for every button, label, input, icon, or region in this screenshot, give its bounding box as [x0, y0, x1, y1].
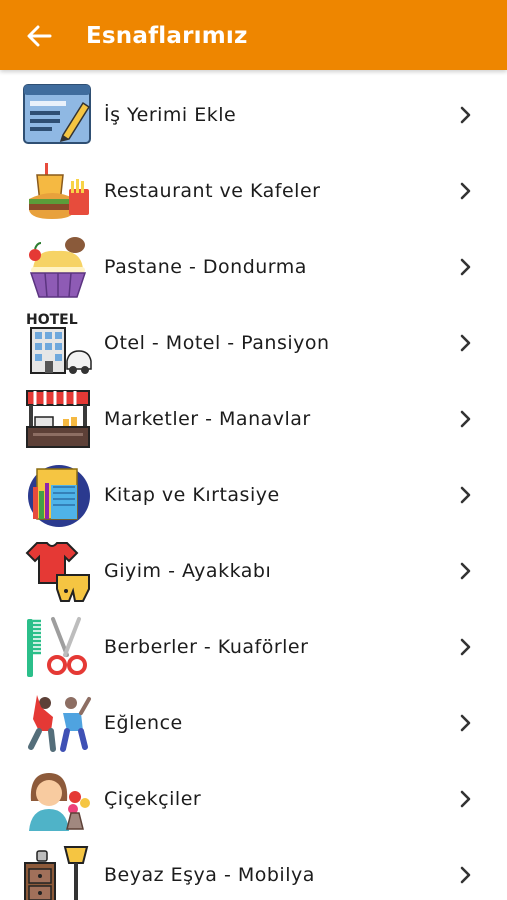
chevron-right-icon	[460, 714, 471, 732]
category-item-market[interactable]: Marketler - Manavlar	[0, 381, 507, 457]
category-label: Beyaz Eşya - Mobilya	[104, 864, 315, 886]
svg-text:HOTEL: HOTEL	[26, 312, 78, 328]
chevron-right-icon	[460, 638, 471, 656]
category-item-pastry[interactable]: Pastane - Dondurma	[0, 229, 507, 305]
comb-scissors-icon	[23, 615, 93, 679]
app-bar: Esnaflarımız	[0, 0, 507, 70]
books-icon	[23, 463, 93, 527]
category-label: İş Yerimi Ekle	[104, 104, 237, 126]
dancing-people-icon	[23, 691, 93, 755]
back-button[interactable]	[22, 20, 56, 52]
add-business-icon	[23, 83, 93, 147]
chevron-right-icon	[460, 258, 471, 276]
category-item-restaurant[interactable]: Restaurant ve Kafeler	[0, 153, 507, 229]
category-label: Restaurant ve Kafeler	[104, 180, 321, 202]
category-item-clothing[interactable]: Giyim - Ayakkabı	[0, 533, 507, 609]
category-item-furniture[interactable]: Beyaz Eşya - Mobilya	[0, 837, 507, 900]
category-item-entertainment[interactable]: Eğlence	[0, 685, 507, 761]
category-label: Marketler - Manavlar	[104, 408, 311, 430]
category-item-books[interactable]: Kitap ve Kırtasiye	[0, 457, 507, 533]
category-list: İş Yerimi Ekle Restaurant ve Kafeler Pas…	[0, 77, 507, 900]
category-label: Çiçekçiler	[104, 788, 202, 810]
hotel-icon: HOTEL	[23, 311, 93, 375]
category-label: Giyim - Ayakkabı	[104, 560, 272, 582]
category-label: Pastane - Dondurma	[104, 256, 307, 278]
arrow-left-icon	[27, 25, 52, 47]
category-item-hotel[interactable]: HOTEL Otel - Motel - Pansiyon	[0, 305, 507, 381]
chevron-right-icon	[460, 486, 471, 504]
chevron-right-icon	[460, 790, 471, 808]
chevron-right-icon	[460, 182, 471, 200]
clothing-icon	[23, 539, 93, 603]
category-label: Berberler - Kuaförler	[104, 636, 309, 658]
chevron-right-icon	[460, 106, 471, 124]
category-item-barber[interactable]: Berberler - Kuaförler	[0, 609, 507, 685]
page-title: Esnaflarımız	[86, 23, 248, 49]
furniture-icon	[23, 843, 93, 900]
chevron-right-icon	[460, 334, 471, 352]
category-label: Eğlence	[104, 712, 183, 734]
market-stall-icon	[23, 387, 93, 451]
category-item-florist[interactable]: Çiçekçiler	[0, 761, 507, 837]
fast-food-icon	[23, 159, 93, 223]
chevron-right-icon	[460, 410, 471, 428]
category-label: Otel - Motel - Pansiyon	[104, 332, 330, 354]
chevron-right-icon	[460, 866, 471, 884]
category-item-add-business[interactable]: İş Yerimi Ekle	[0, 77, 507, 153]
florist-icon	[23, 767, 93, 831]
category-label: Kitap ve Kırtasiye	[104, 484, 280, 506]
cupcake-icon	[23, 235, 93, 299]
chevron-right-icon	[460, 562, 471, 580]
